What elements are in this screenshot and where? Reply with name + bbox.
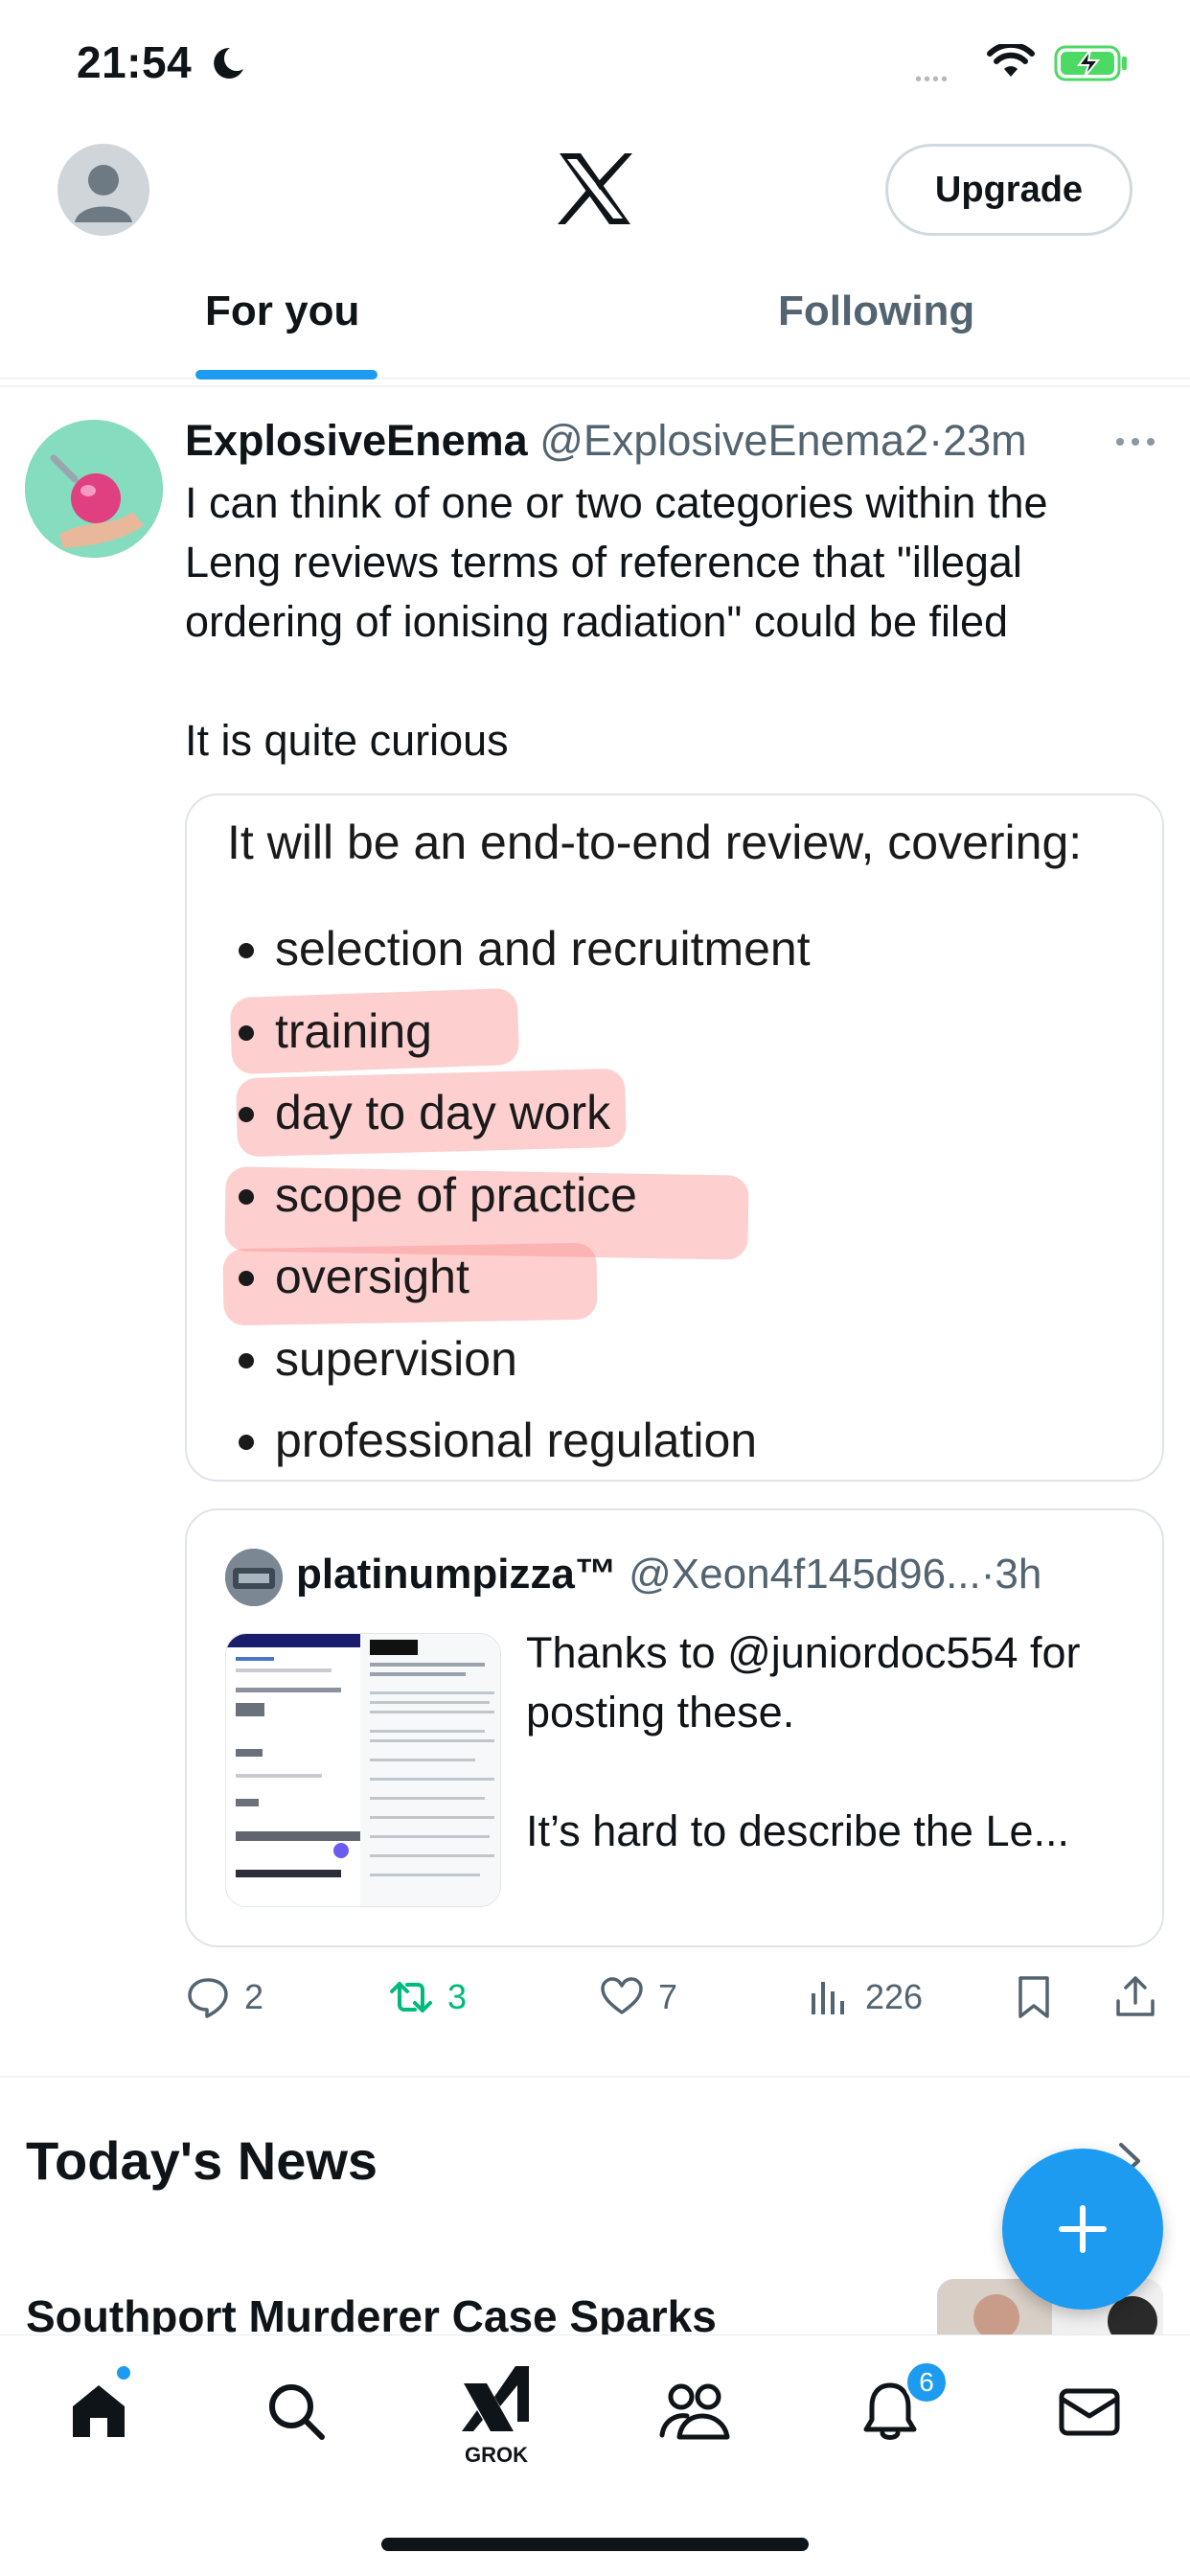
wifi-icon xyxy=(987,44,1035,77)
like-button[interactable]: 7 xyxy=(599,1968,677,2026)
news-section-title[interactable]: Today's News xyxy=(26,2129,378,2192)
share-button[interactable] xyxy=(1112,1968,1172,2026)
author-handle[interactable]: @ExplosiveEnema2 xyxy=(539,416,928,465)
heart-icon xyxy=(601,1977,643,2014)
envelope-icon xyxy=(1059,2388,1120,2436)
repost-count: 3 xyxy=(447,1977,468,2016)
quote-author-avatar[interactable] xyxy=(225,1549,283,1606)
bookmark-button[interactable] xyxy=(1011,1968,1070,2026)
quote-time: 3h xyxy=(995,1551,1042,1598)
quote-header: platinumpizza™ @Xeon4f145d96...·3h xyxy=(296,1551,1041,1598)
x-logo-icon[interactable] xyxy=(556,151,634,226)
nav-communities[interactable] xyxy=(652,2368,738,2454)
quote-author-name: platinumpizza™ xyxy=(296,1551,617,1598)
views-button[interactable]: 226 xyxy=(806,1968,923,2026)
author-name[interactable]: ExplosiveEnema xyxy=(185,416,528,465)
divider xyxy=(0,2076,1190,2078)
list-item: oversight xyxy=(227,1236,811,1319)
tweet-actions: 2 3 7 226 xyxy=(185,1968,1162,2026)
plus-icon xyxy=(1059,2205,1107,2253)
search-icon xyxy=(269,2384,325,2440)
reply-icon xyxy=(188,1978,228,2018)
list-item: day to day work xyxy=(227,1072,811,1155)
tweet-header: ExplosiveEnema @ExplosiveEnema2·23m xyxy=(185,416,1143,473)
separator: · xyxy=(928,416,944,465)
divider xyxy=(0,385,1190,387)
quote-thumbnail xyxy=(225,1633,501,1907)
like-count: 7 xyxy=(658,1977,678,2016)
compose-post-button[interactable] xyxy=(1002,2149,1163,2310)
quote-text: Thanks to @juniordoc554 for posting thes… xyxy=(526,1628,1081,1855)
list-item: professional regulation xyxy=(227,1400,811,1480)
tweet-time[interactable]: 23m xyxy=(943,416,1027,465)
list-item: supervision xyxy=(227,1319,811,1401)
repost-icon xyxy=(390,1982,432,2012)
upgrade-button[interactable]: Upgrade xyxy=(885,144,1133,236)
tweet-text: I can think of one or two categories wit… xyxy=(185,478,1048,765)
communities-icon xyxy=(659,2383,730,2440)
repost-button[interactable]: 3 xyxy=(388,1968,467,2026)
signal-strength: •••• xyxy=(915,69,950,90)
grok-icon xyxy=(462,2366,529,2431)
status-bar: 21:54 •••• xyxy=(0,0,1190,125)
active-tab-indicator xyxy=(195,370,378,380)
image-intro-text: It will be an end-to-end review, coverin… xyxy=(227,816,1083,869)
quote-author-handle: @Xeon4f145d96... xyxy=(629,1551,981,1598)
tweet-image[interactable]: It will be an end-to-end review, coverin… xyxy=(185,794,1164,1482)
share-icon xyxy=(1116,1976,1155,2016)
nav-search[interactable] xyxy=(253,2368,339,2454)
profile-avatar[interactable] xyxy=(57,144,149,236)
reply-button[interactable]: 2 xyxy=(185,1968,263,2026)
battery-charging-icon xyxy=(1054,45,1127,81)
home-new-indicator xyxy=(115,2364,132,2381)
views-icon xyxy=(812,1982,844,2014)
home-indicator[interactable] xyxy=(381,2538,809,2551)
list-item: scope of practice xyxy=(227,1155,811,1237)
author-avatar[interactable] xyxy=(25,420,163,558)
moon-icon xyxy=(214,47,243,79)
bookmark-icon xyxy=(1018,1976,1049,2018)
review-list: selection and recruitment training day t… xyxy=(227,908,811,1480)
view-count: 226 xyxy=(865,1977,924,2016)
more-options-icon[interactable] xyxy=(1113,429,1157,454)
home-icon xyxy=(73,2385,125,2437)
nav-messages[interactable] xyxy=(1046,2368,1133,2454)
grok-label: GROK xyxy=(465,2443,528,2467)
reply-count: 2 xyxy=(244,1977,264,2016)
nav-home[interactable] xyxy=(56,2368,142,2454)
nav-grok[interactable]: GROK xyxy=(452,2362,540,2468)
timeline-tabs: For you Following xyxy=(0,268,1190,380)
status-time: 21:54 xyxy=(77,37,193,87)
tab-following[interactable]: Following xyxy=(778,288,974,335)
tab-for-you[interactable]: For you xyxy=(205,288,359,335)
list-item: training xyxy=(227,991,811,1073)
separator: · xyxy=(980,1551,995,1598)
list-item: selection and recruitment xyxy=(227,908,811,991)
quote-tweet[interactable]: platinumpizza™ @Xeon4f145d96...·3h Thank… xyxy=(185,1508,1164,1947)
notifications-badge: 6 xyxy=(904,2360,949,2404)
